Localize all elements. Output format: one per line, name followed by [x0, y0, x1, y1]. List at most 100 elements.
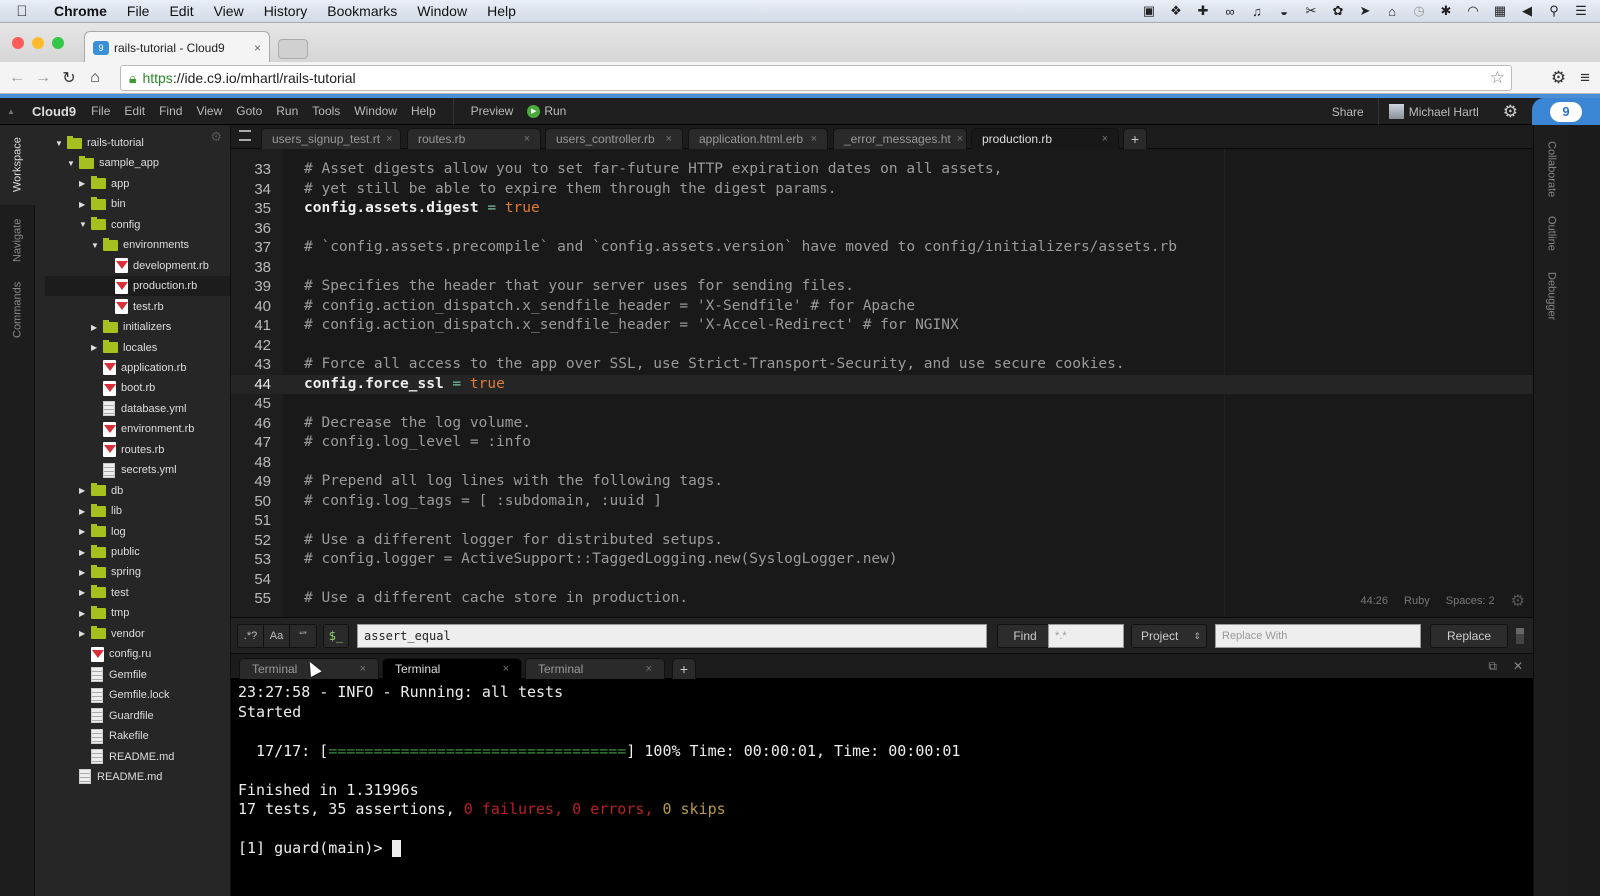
regex-toggle[interactable]: .*? [238, 625, 264, 647]
tab-debugger[interactable]: Debugger [1534, 265, 1569, 327]
infinity-icon[interactable]: ∞ [1221, 4, 1239, 19]
arrow-icon[interactable]: ➤ [1356, 3, 1374, 19]
editor-tab[interactable]: users_signup_test.rt × [261, 128, 401, 149]
editor-tab[interactable]: _error_messages.ht × [833, 128, 967, 149]
tree-file[interactable]: README.md [35, 767, 230, 787]
code-line[interactable]: 40 # config.action_dispatch.x_sendfile_he… [231, 297, 1533, 317]
tree-file[interactable]: boot.rb [35, 378, 230, 398]
tree-file[interactable]: environment.rb [35, 419, 230, 439]
tab-collaborate[interactable]: Collaborate [1534, 131, 1569, 207]
code-line[interactable]: 44 config.force_ssl = true [231, 374, 1533, 394]
terminal-tab[interactable]: Terminal × [525, 658, 665, 679]
collapsed-arrow-icon[interactable]: ▶ [79, 200, 91, 209]
tree-folder[interactable]: ▶ db [35, 481, 230, 501]
code-line[interactable]: 48 [231, 453, 1533, 473]
close-panel-icon[interactable]: ✕ [1513, 659, 1523, 673]
tree-folder[interactable]: ▶ spring [35, 562, 230, 582]
code-line[interactable]: 34 # yet still be able to expire them thr… [231, 180, 1533, 200]
dropbox-icon[interactable]: ❖ [1167, 3, 1185, 19]
mac-menu-help[interactable]: Help [477, 3, 526, 19]
ide-menu-run[interactable]: Run [269, 104, 305, 118]
minimize-window-button[interactable] [32, 37, 44, 49]
ide-menu-goto[interactable]: Goto [229, 104, 269, 118]
collapsed-arrow-icon[interactable]: ▶ [79, 179, 91, 188]
expanded-arrow-icon[interactable]: ▼ [79, 220, 91, 229]
whole-word-toggle[interactable]: “” [290, 625, 316, 647]
reload-icon[interactable]: ↻ [56, 68, 82, 88]
code-line[interactable]: 42 [231, 336, 1533, 356]
close-terminal-tab-icon[interactable]: × [503, 663, 509, 675]
tree-file[interactable]: Gemfile.lock [35, 685, 230, 705]
tree-folder[interactable]: ▶ initializers [35, 317, 230, 337]
tree-folder[interactable]: ▶ log [35, 522, 230, 542]
cloud9-logo[interactable]: 9 [1532, 98, 1600, 125]
code-line[interactable]: 37 # `config.assets.precompile` and `conf… [231, 238, 1533, 258]
code-line[interactable]: 55 # Use a different cache store in produ… [231, 589, 1533, 609]
chrome-menu-icon[interactable]: ≡ [1580, 68, 1590, 88]
collapsed-arrow-icon[interactable]: ▶ [79, 507, 91, 516]
close-tab-icon[interactable]: × [254, 41, 261, 55]
expanded-arrow-icon[interactable]: ▼ [55, 139, 67, 148]
tree-file[interactable]: secrets.yml [35, 460, 230, 480]
tab-navigate[interactable]: Navigate [0, 205, 35, 275]
tree-file[interactable]: Guardfile [35, 706, 230, 726]
mac-menu-history[interactable]: History [254, 3, 318, 19]
zoom-window-button[interactable] [52, 37, 64, 49]
tree-folder[interactable]: ▼ config [35, 215, 230, 235]
bowl-icon[interactable]: ◒ [1275, 4, 1293, 19]
mac-menu-app[interactable]: Chrome [44, 3, 117, 19]
editor-tab[interactable]: application.html.erb × [688, 128, 828, 149]
close-terminal-tab-icon[interactable]: × [360, 663, 366, 675]
file-filter-input[interactable]: *.* [1048, 624, 1124, 648]
tree-file[interactable]: README.md [35, 747, 230, 767]
find-input[interactable]: assert_equal [357, 624, 987, 648]
code-line[interactable]: 51 [231, 511, 1533, 531]
close-tab-icon[interactable]: × [951, 133, 963, 145]
tree-folder[interactable]: ▼ environments [35, 235, 230, 255]
calendar-icon[interactable]: ▦ [1491, 3, 1509, 19]
editor-tab[interactable]: users_controller.rb × [545, 128, 683, 149]
code-line[interactable]: 52 # Use a different logger for distribut… [231, 531, 1533, 551]
tab-outline[interactable]: Outline [1534, 211, 1569, 255]
collapsed-arrow-icon[interactable]: ▶ [79, 568, 91, 577]
close-tab-icon[interactable]: × [380, 133, 392, 145]
ide-menu-edit[interactable]: Edit [117, 104, 152, 118]
replace-input[interactable]: Replace With [1215, 624, 1421, 648]
paw-icon[interactable]: ✿ [1329, 3, 1347, 19]
collapse-menubar-icon[interactable]: ▲ [0, 107, 22, 116]
code-line[interactable]: 38 [231, 258, 1533, 278]
close-tab-icon[interactable]: × [1096, 133, 1108, 145]
collapsed-arrow-icon[interactable]: ▶ [79, 548, 91, 557]
tree-file[interactable]: application.rb [35, 358, 230, 378]
tree-file[interactable]: config.ru [35, 644, 230, 664]
browser-tab[interactable]: 9 rails-tutorial - Cloud9 × [84, 31, 270, 63]
time-machine-icon[interactable]: ◷ [1410, 3, 1428, 19]
new-editor-tab-button[interactable]: + [1123, 128, 1147, 149]
new-tab-button[interactable] [278, 39, 308, 59]
home-icon[interactable]: ⌂ [1383, 4, 1401, 19]
tools-icon[interactable]: ✂ [1302, 3, 1320, 19]
user-menu[interactable]: Michael Hartl [1377, 98, 1489, 125]
code-line[interactable]: 47 # config.log_level = :info [231, 433, 1533, 453]
collapsed-arrow-icon[interactable]: ▶ [79, 629, 91, 638]
collapsed-arrow-icon[interactable]: ▶ [91, 323, 103, 332]
code-line[interactable]: 33 # Asset digests allow you to set far-f… [231, 160, 1533, 180]
mac-menu-window[interactable]: Window [407, 3, 477, 19]
tab-list-menu-icon[interactable] [239, 130, 251, 141]
replace-button[interactable]: Replace [1430, 624, 1508, 648]
tree-folder[interactable]: ▶ lib [35, 501, 230, 521]
ide-menu-tools[interactable]: Tools [305, 104, 347, 118]
search-scope-select[interactable]: Project ⇕ [1131, 624, 1207, 648]
video-camera-icon[interactable]: ▣ [1140, 3, 1158, 19]
tree-folder[interactable]: ▼ rails-tutorial [35, 133, 230, 153]
close-tab-icon[interactable]: × [518, 133, 530, 145]
tab-commands[interactable]: Commands [0, 275, 35, 345]
plugin-icon[interactable]: ✚ [1194, 3, 1212, 19]
ide-menu-help[interactable]: Help [404, 104, 443, 118]
mac-menu-bookmarks[interactable]: Bookmarks [317, 3, 407, 19]
tree-folder[interactable]: ▶ public [35, 542, 230, 562]
home-icon[interactable]: ⌂ [82, 69, 108, 87]
code-line[interactable]: 39 # Specifies the header that your serve… [231, 277, 1533, 297]
run-button[interactable]: ▶ Run [520, 104, 573, 118]
forward-arrow-icon[interactable]: → [30, 69, 56, 87]
